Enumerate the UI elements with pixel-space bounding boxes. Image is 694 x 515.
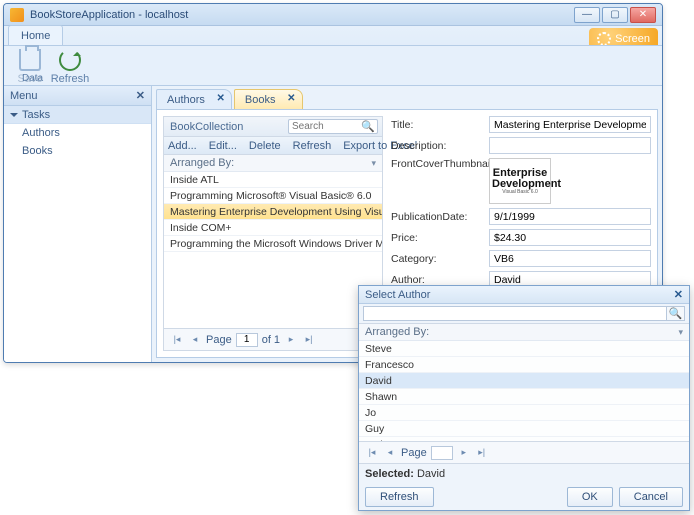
menu-item-books[interactable]: Books <box>4 142 151 160</box>
category-field[interactable] <box>489 250 651 267</box>
gear-icon <box>597 32 611 46</box>
grid-row[interactable]: Programming Microsoft® Visual Basic® 6.0 <box>164 188 382 204</box>
grid-delete-button[interactable]: Delete <box>249 140 281 152</box>
pager-prev-icon[interactable]: ◂ <box>383 446 397 460</box>
author-row[interactable]: Francesco <box>359 357 689 373</box>
menu-tasks-header[interactable]: Tasks <box>4 106 151 124</box>
titlebar: BookStoreApplication - localhost — ▢ ✕ <box>4 4 662 26</box>
author-label: Author: <box>391 274 489 286</box>
grid-search[interactable]: 🔍 <box>288 119 378 134</box>
pubdate-field[interactable] <box>489 208 651 225</box>
dialog-rows: Steve Francesco David Shawn Jo Guy Walte… <box>359 341 689 441</box>
category-label: Category: <box>391 253 489 265</box>
grid-toolbar: Add... Edit... Delete Refresh Export to … <box>164 137 382 155</box>
ribbon: Home Screen Save Refresh Data <box>4 26 662 86</box>
pager-next-icon[interactable]: ▸ <box>457 446 471 460</box>
menu-panel: Menu ✕ Tasks Authors Books <box>4 86 152 362</box>
pager-first-icon[interactable]: |◂ <box>365 446 379 460</box>
tabbar: Authors ✕ Books ✕ <box>156 90 658 110</box>
grid-row-selected[interactable]: Mastering Enterprise Development Using V… <box>164 204 382 220</box>
thumbnail-label: FrontCoverThumbnail: <box>391 158 489 170</box>
dialog-header: Select Author ✕ <box>359 286 689 304</box>
dialog-arranged-by[interactable]: Arranged By: <box>359 324 689 341</box>
grid-rows: Inside ATL Programming Microsoft® Visual… <box>164 172 382 328</box>
menu-header: Menu ✕ <box>4 86 151 106</box>
price-label: Price: <box>391 232 489 244</box>
select-author-dialog: Select Author ✕ 🔍 Arranged By: Steve Fra… <box>358 285 690 511</box>
dialog-pager-input[interactable] <box>431 446 453 460</box>
dialog-ok-button[interactable]: OK <box>567 487 613 507</box>
selected-label: Selected: <box>365 468 414 480</box>
refresh-button[interactable]: Refresh <box>50 49 90 85</box>
maximize-button[interactable]: ▢ <box>602 7 628 23</box>
title-field[interactable] <box>489 116 651 133</box>
grid-search-input[interactable] <box>289 121 359 132</box>
price-field[interactable] <box>489 229 651 246</box>
refresh-icon <box>59 49 81 71</box>
grid-row[interactable]: Inside COM+ <box>164 220 382 236</box>
grid-row[interactable]: Programming the Microsoft Windows Driver… <box>164 236 382 252</box>
grid-edit-button[interactable]: Edit... <box>209 140 237 152</box>
dialog-footer: Selected: David Refresh OK Cancel <box>359 463 689 510</box>
pager-last-icon[interactable]: ▸| <box>475 446 489 460</box>
description-field[interactable] <box>489 137 651 154</box>
dialog-pager: |◂ ◂ Page ▸ ▸| <box>359 441 689 463</box>
dialog-close-icon[interactable]: ✕ <box>674 288 683 301</box>
tab-authors[interactable]: Authors ✕ <box>156 89 232 109</box>
grid-header: BookCollection 🔍 <box>164 117 382 137</box>
close-button[interactable]: ✕ <box>630 7 656 23</box>
author-row[interactable]: Guy <box>359 421 689 437</box>
tab-close-icon[interactable]: ✕ <box>217 93 225 104</box>
grid-arranged-by[interactable]: Arranged By: <box>164 155 382 172</box>
search-icon[interactable]: 🔍 <box>359 120 377 133</box>
window-title: BookStoreApplication - localhost <box>30 9 188 21</box>
title-label: Title: <box>391 119 489 131</box>
grid-add-button[interactable]: Add... <box>168 140 197 152</box>
tab-close-icon[interactable]: ✕ <box>287 93 295 104</box>
search-icon[interactable]: 🔍 <box>667 306 685 321</box>
app-icon <box>10 8 24 22</box>
menu-close-icon[interactable]: ✕ <box>136 89 145 102</box>
pager-last-icon[interactable]: ▸| <box>302 333 316 347</box>
tab-books[interactable]: Books ✕ <box>234 89 303 109</box>
minimize-button[interactable]: — <box>574 7 600 23</box>
thumbnail-image: Enterprise Development Visual Basic 6.0 <box>489 158 551 204</box>
author-row[interactable]: Jo <box>359 405 689 421</box>
ribbon-tab-home[interactable]: Home <box>8 25 63 45</box>
pager-first-icon[interactable]: |◂ <box>170 333 184 347</box>
pager-prev-icon[interactable]: ◂ <box>188 333 202 347</box>
grid-pager: |◂ ◂ Page of 1 ▸ ▸| <box>164 328 382 350</box>
dialog-search-bar: 🔍 <box>359 304 689 324</box>
author-row-selected[interactable]: David <box>359 373 689 389</box>
menu-item-authors[interactable]: Authors <box>4 124 151 142</box>
dialog-search-input[interactable] <box>363 306 667 321</box>
dialog-cancel-button[interactable]: Cancel <box>619 487 683 507</box>
pager-next-icon[interactable]: ▸ <box>284 333 298 347</box>
grid-row[interactable]: Inside ATL <box>164 172 382 188</box>
ribbon-group-label: Data <box>22 73 43 84</box>
save-icon <box>19 49 41 71</box>
author-row[interactable]: Shawn <box>359 389 689 405</box>
selected-value: David <box>417 468 445 480</box>
pubdate-label: PublicationDate: <box>391 211 489 223</box>
grid-refresh-button[interactable]: Refresh <box>293 140 332 152</box>
book-grid: BookCollection 🔍 Add... Edit... Delete R… <box>163 116 383 351</box>
description-label: Description: <box>391 140 489 152</box>
author-row[interactable]: Steve <box>359 341 689 357</box>
dialog-refresh-button[interactable]: Refresh <box>365 487 434 507</box>
pager-page-input[interactable] <box>236 333 258 347</box>
